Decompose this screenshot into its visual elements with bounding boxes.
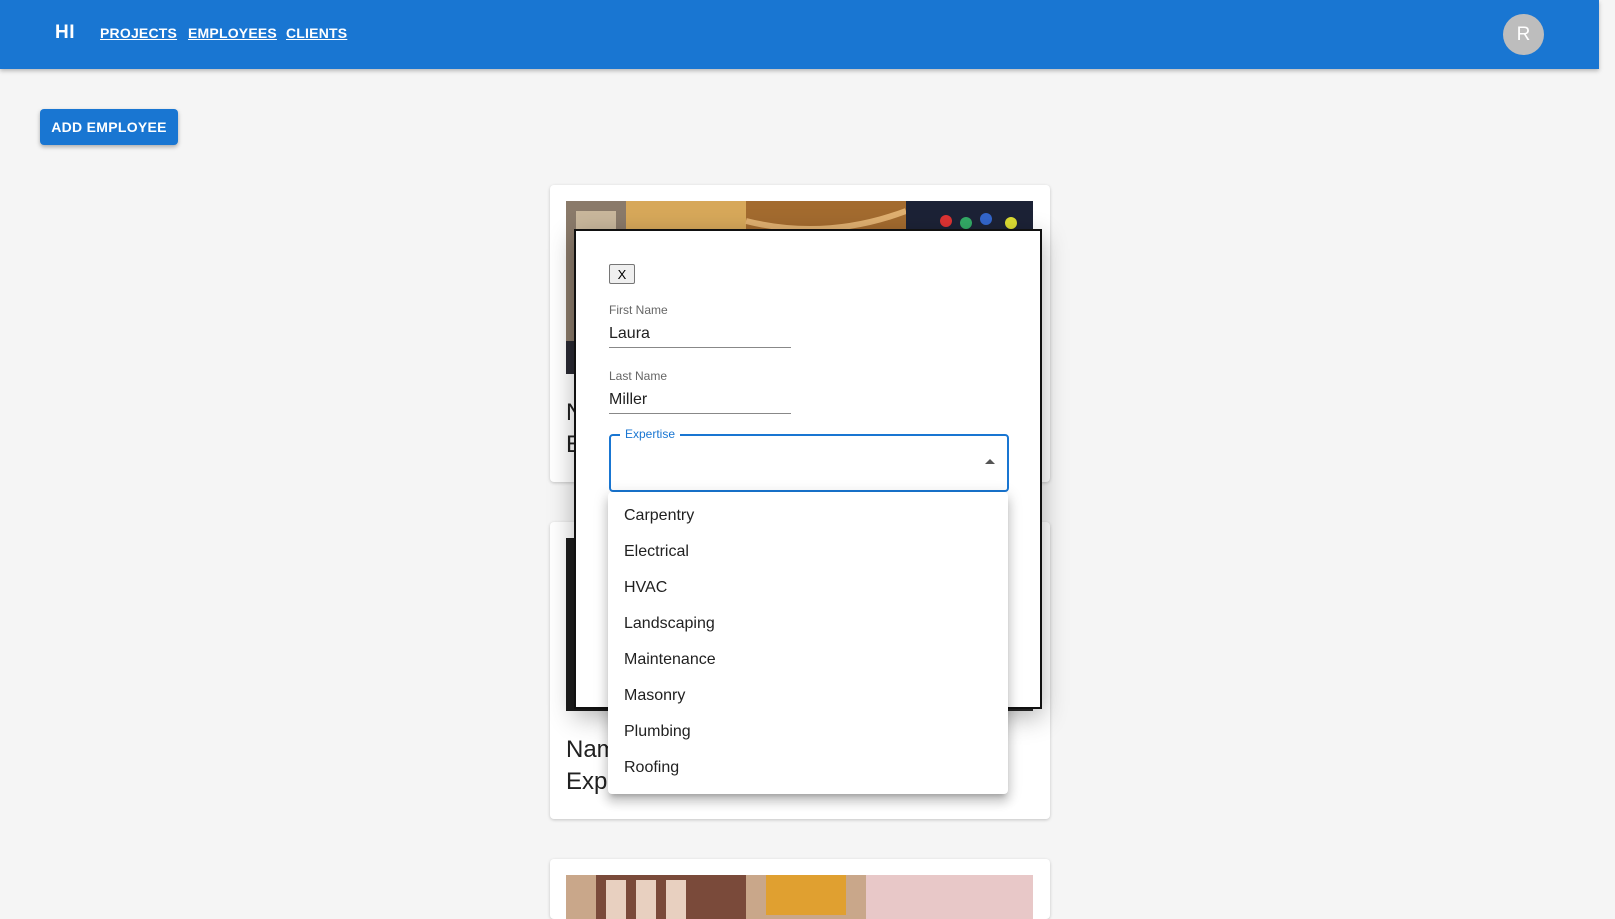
card-expertise-text: Exp [566, 768, 608, 795]
option-plumbing[interactable]: Plumbing [608, 714, 1008, 750]
expertise-label: Expertise [620, 427, 681, 441]
close-button[interactable]: X [609, 264, 635, 284]
option-hvac[interactable]: HVAC [608, 570, 1008, 606]
add-employee-button[interactable]: ADD EMPLOYEE [40, 109, 178, 145]
app-bar: HI PROJECTS EMPLOYEES CLIENTS R [0, 0, 1599, 69]
option-electrical[interactable]: Electrical [608, 534, 1008, 570]
option-masonry[interactable]: Masonry [608, 678, 1008, 714]
last-name-field[interactable] [609, 386, 791, 414]
option-roofing[interactable]: Roofing [608, 750, 1008, 786]
option-carpentry[interactable]: Carpentry [608, 498, 1008, 534]
arrow-up-icon[interactable] [985, 459, 995, 464]
option-landscaping[interactable]: Landscaping [608, 606, 1008, 642]
first-name-field[interactable] [609, 320, 791, 348]
option-maintenance[interactable]: Maintenance [608, 642, 1008, 678]
expertise-select[interactable]: Expertise [609, 427, 1009, 492]
nav-projects[interactable]: PROJECTS [100, 25, 177, 41]
brand-logo[interactable]: HI [55, 22, 75, 44]
nav-clients[interactable]: CLIENTS [286, 25, 347, 41]
avatar[interactable]: R [1503, 14, 1544, 55]
employee-photo [566, 875, 1033, 919]
last-name-label: Last Name [609, 369, 668, 383]
expertise-dropdown-menu: Carpentry Electrical HVAC Landscaping Ma… [608, 492, 1008, 794]
first-name-label: First Name [609, 303, 668, 317]
employee-card [550, 859, 1050, 919]
nav-employees[interactable]: EMPLOYEES [188, 25, 277, 41]
